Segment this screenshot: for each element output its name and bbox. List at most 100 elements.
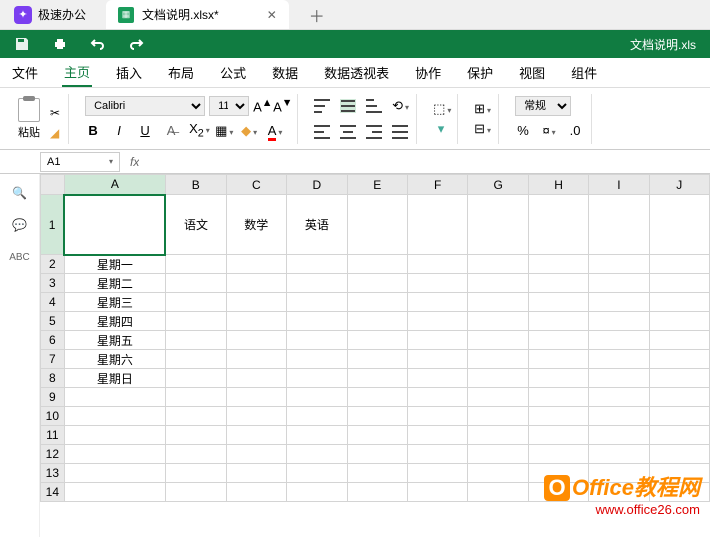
cell-D6[interactable]: [287, 331, 348, 350]
border-button[interactable]: ▦▾: [215, 123, 231, 139]
cell-G4[interactable]: [468, 293, 528, 312]
cell-B10[interactable]: [165, 407, 226, 426]
cell-H8[interactable]: [528, 369, 588, 388]
cell-D3[interactable]: [287, 274, 348, 293]
cell-E4[interactable]: [347, 293, 407, 312]
cell-B11[interactable]: [165, 426, 226, 445]
cell-I7[interactable]: [589, 350, 649, 369]
col-header-J[interactable]: J: [649, 175, 709, 195]
cell-D11[interactable]: [287, 426, 348, 445]
cell-F5[interactable]: [408, 312, 468, 331]
cell-E9[interactable]: [347, 388, 407, 407]
subscript-button[interactable]: X2▾: [189, 121, 205, 140]
currency-button[interactable]: ¤▾: [541, 123, 557, 138]
format-painter-icon[interactable]: ◢: [50, 126, 60, 140]
cell-G14[interactable]: [468, 483, 528, 502]
row-header-1[interactable]: 1: [41, 195, 65, 255]
cell-A13[interactable]: [64, 464, 165, 483]
menu-data[interactable]: 数据: [270, 59, 300, 86]
cell-C3[interactable]: [226, 274, 287, 293]
cell-H6[interactable]: [528, 331, 588, 350]
cell-I6[interactable]: [589, 331, 649, 350]
cell-G3[interactable]: [468, 274, 528, 293]
fx-icon[interactable]: fx: [130, 155, 139, 169]
cell-I3[interactable]: [589, 274, 649, 293]
cell-G13[interactable]: [468, 464, 528, 483]
cell-A8[interactable]: 星期日: [64, 369, 165, 388]
cell-B5[interactable]: [165, 312, 226, 331]
cell-D10[interactable]: [287, 407, 348, 426]
search-icon[interactable]: 🔍: [11, 184, 29, 202]
cell-F9[interactable]: [408, 388, 468, 407]
align-top-icon[interactable]: [314, 99, 330, 113]
menu-layout[interactable]: 布局: [166, 59, 196, 86]
cell-E2[interactable]: [347, 255, 407, 274]
cell-C11[interactable]: [226, 426, 287, 445]
paste-button[interactable]: 粘贴: [18, 98, 40, 140]
bold-button[interactable]: B: [85, 123, 101, 138]
underline-button[interactable]: U: [137, 123, 153, 138]
cell-H4[interactable]: [528, 293, 588, 312]
cell-J6[interactable]: [649, 331, 709, 350]
cell-G9[interactable]: [468, 388, 528, 407]
cell-G7[interactable]: [468, 350, 528, 369]
row-header-13[interactable]: 13: [41, 464, 65, 483]
align-left-icon[interactable]: [314, 125, 330, 139]
percent-button[interactable]: %: [515, 123, 531, 138]
cell-A14[interactable]: [64, 483, 165, 502]
align-justify-icon[interactable]: [392, 125, 408, 139]
cell-F2[interactable]: [408, 255, 468, 274]
cell-G5[interactable]: [468, 312, 528, 331]
decrease-font-icon[interactable]: A▼: [273, 97, 289, 114]
cell-I5[interactable]: [589, 312, 649, 331]
cell-F6[interactable]: [408, 331, 468, 350]
cell-J9[interactable]: [649, 388, 709, 407]
cell-J8[interactable]: [649, 369, 709, 388]
cell-H7[interactable]: [528, 350, 588, 369]
cell-C2[interactable]: [226, 255, 287, 274]
menu-collab[interactable]: 协作: [413, 59, 443, 86]
cell-E13[interactable]: [347, 464, 407, 483]
print-icon[interactable]: [52, 36, 68, 52]
col-header-D[interactable]: D: [287, 175, 348, 195]
cell-A5[interactable]: 星期四: [64, 312, 165, 331]
cell-H3[interactable]: [528, 274, 588, 293]
cut-icon[interactable]: ✂: [50, 106, 60, 120]
cell-E6[interactable]: [347, 331, 407, 350]
cell-J4[interactable]: [649, 293, 709, 312]
italic-button[interactable]: I: [111, 123, 127, 138]
menu-component[interactable]: 组件: [569, 59, 599, 86]
cell-B7[interactable]: [165, 350, 226, 369]
cell-G10[interactable]: [468, 407, 528, 426]
cell-I10[interactable]: [589, 407, 649, 426]
cell-H1[interactable]: [528, 195, 588, 255]
cell-B12[interactable]: [165, 445, 226, 464]
cell-C5[interactable]: [226, 312, 287, 331]
row-header-2[interactable]: 2: [41, 255, 65, 274]
cell-A11[interactable]: [64, 426, 165, 445]
col-header-I[interactable]: I: [589, 175, 649, 195]
row-header-5[interactable]: 5: [41, 312, 65, 331]
cell-I9[interactable]: [589, 388, 649, 407]
cell-D13[interactable]: [287, 464, 348, 483]
row-header-9[interactable]: 9: [41, 388, 65, 407]
col-header-F[interactable]: F: [408, 175, 468, 195]
menu-formula[interactable]: 公式: [218, 59, 248, 86]
name-box[interactable]: A1 ▾: [40, 152, 120, 172]
menu-view[interactable]: 视图: [517, 59, 547, 86]
cell-J10[interactable]: [649, 407, 709, 426]
cell-G12[interactable]: [468, 445, 528, 464]
insert-cells-button[interactable]: ⊞▾: [474, 101, 490, 117]
cell-J1[interactable]: [649, 195, 709, 255]
cell-F13[interactable]: [408, 464, 468, 483]
row-header-8[interactable]: 8: [41, 369, 65, 388]
cell-E12[interactable]: [347, 445, 407, 464]
cell-G8[interactable]: [468, 369, 528, 388]
cell-A1[interactable]: [64, 195, 165, 255]
cell-C10[interactable]: [226, 407, 287, 426]
menu-pivot[interactable]: 数据透视表: [322, 59, 391, 86]
cell-D2[interactable]: [287, 255, 348, 274]
merge-button[interactable]: ▾: [433, 121, 449, 137]
cell-H9[interactable]: [528, 388, 588, 407]
cell-C7[interactable]: [226, 350, 287, 369]
